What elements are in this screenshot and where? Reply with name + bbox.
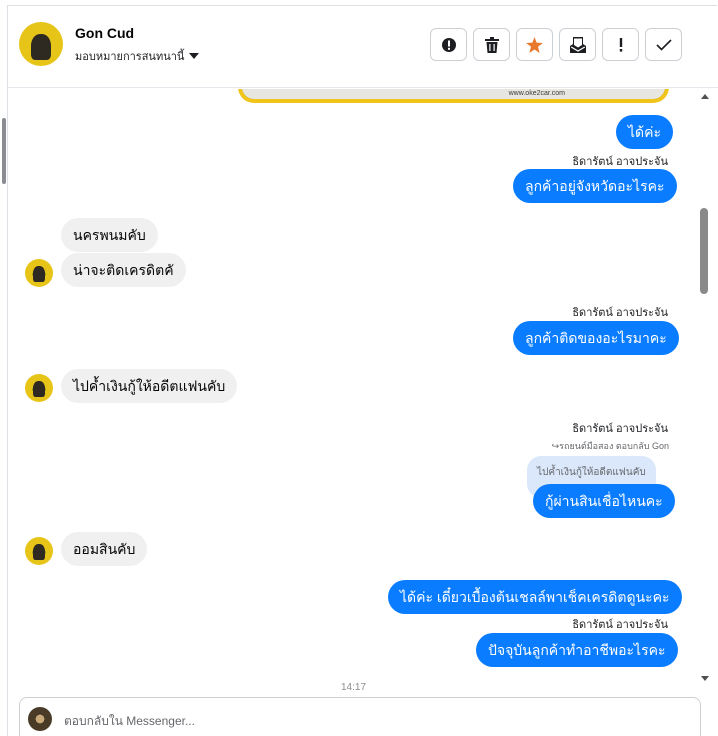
outgoing-message[interactable]: กู้ผ่านสินเชื่อไหนคะ <box>533 484 675 518</box>
star-button[interactable] <box>516 28 553 61</box>
conversation-header: Gon Cud มอบหมายการสนทนานี้ <box>8 6 718 88</box>
mark-done-button[interactable] <box>645 28 682 61</box>
chevron-down-icon <box>189 53 200 59</box>
contact-avatar-small <box>25 537 53 565</box>
scrollbar-thumb[interactable] <box>700 208 708 294</box>
sender-name: ธิดารัตน์ อาจประจัน <box>572 156 668 168</box>
incoming-message[interactable]: ออมสินคับ <box>61 532 148 566</box>
delete-button[interactable] <box>473 28 510 61</box>
mark-unread-button[interactable] <box>559 28 596 61</box>
outgoing-message[interactable]: ได้ค่ะ <box>616 115 674 149</box>
alert-circle-icon <box>441 37 456 52</box>
contact-avatar-small <box>25 374 53 402</box>
contact-avatar-small <box>25 259 53 287</box>
thread-scrollbar[interactable] <box>700 90 712 690</box>
mark-unread-icon <box>569 36 586 53</box>
image-caption: www.oke2car.com <box>508 90 565 97</box>
message-timestamp: 14:17 <box>341 682 367 692</box>
page-avatar <box>28 707 52 731</box>
scroll-up-arrow[interactable] <box>701 94 709 99</box>
header-actions <box>430 28 682 61</box>
assign-label: มอบหมายการสนทนานี้ <box>75 51 185 63</box>
reply-input[interactable]: ตอบกลับใน Messenger... <box>64 712 195 731</box>
message-thread: www.oke2car.com ได้ค่ะ ธิดารัตน์ อาจประจ… <box>8 89 698 692</box>
shared-image[interactable]: www.oke2car.com <box>238 89 669 103</box>
trash-icon <box>484 36 499 53</box>
reply-info: ↪รถยนต์มือสอง ตอบกลับ Gon <box>551 441 669 451</box>
sender-name: ธิดารัตน์ อาจประจัน <box>572 307 668 319</box>
contact-avatar[interactable] <box>19 22 63 66</box>
report-spam-button[interactable] <box>430 28 467 61</box>
incoming-message[interactable]: น่าจะติดเครดิตคั <box>61 253 186 287</box>
left-scroll-grip[interactable] <box>2 118 6 184</box>
star-icon <box>526 36 543 53</box>
outgoing-message[interactable]: ได้ค่ะ เดี๋ยวเบื้องต้นเชลล์พาเช็คเครดิตด… <box>388 580 682 614</box>
reply-composer[interactable]: ตอบกลับใน Messenger... <box>19 697 701 736</box>
outgoing-message[interactable]: ปัจจุบันลูกค้าทำอาชีพอะไรคะ <box>476 633 678 667</box>
sender-name: ธิดารัตน์ อาจประจัน <box>572 423 668 435</box>
follow-up-button[interactable] <box>602 28 639 61</box>
contact-name[interactable]: Gon Cud <box>75 25 134 41</box>
assign-conversation-dropdown[interactable]: มอบหมายการสนทนานี้ <box>75 47 200 65</box>
incoming-message[interactable]: ไปค้ำเงินกู้ให้อดีตแฟนคับ <box>61 369 238 403</box>
incoming-message[interactable]: นครพนมคับ <box>61 218 158 252</box>
check-icon <box>655 38 672 51</box>
outgoing-message[interactable]: ลูกค้าติดของอะไรมาคะ <box>513 321 679 355</box>
sender-name: ธิดารัตน์ อาจประจัน <box>572 619 668 631</box>
exclamation-icon <box>619 37 622 52</box>
scroll-down-arrow[interactable] <box>701 676 709 681</box>
conversation-panel: Gon Cud มอบหมายการสนทนานี้ www.oke2car.c… <box>2 5 718 736</box>
outgoing-message[interactable]: ลูกค้าอยู่จังหวัดอะไรคะ <box>513 169 677 203</box>
